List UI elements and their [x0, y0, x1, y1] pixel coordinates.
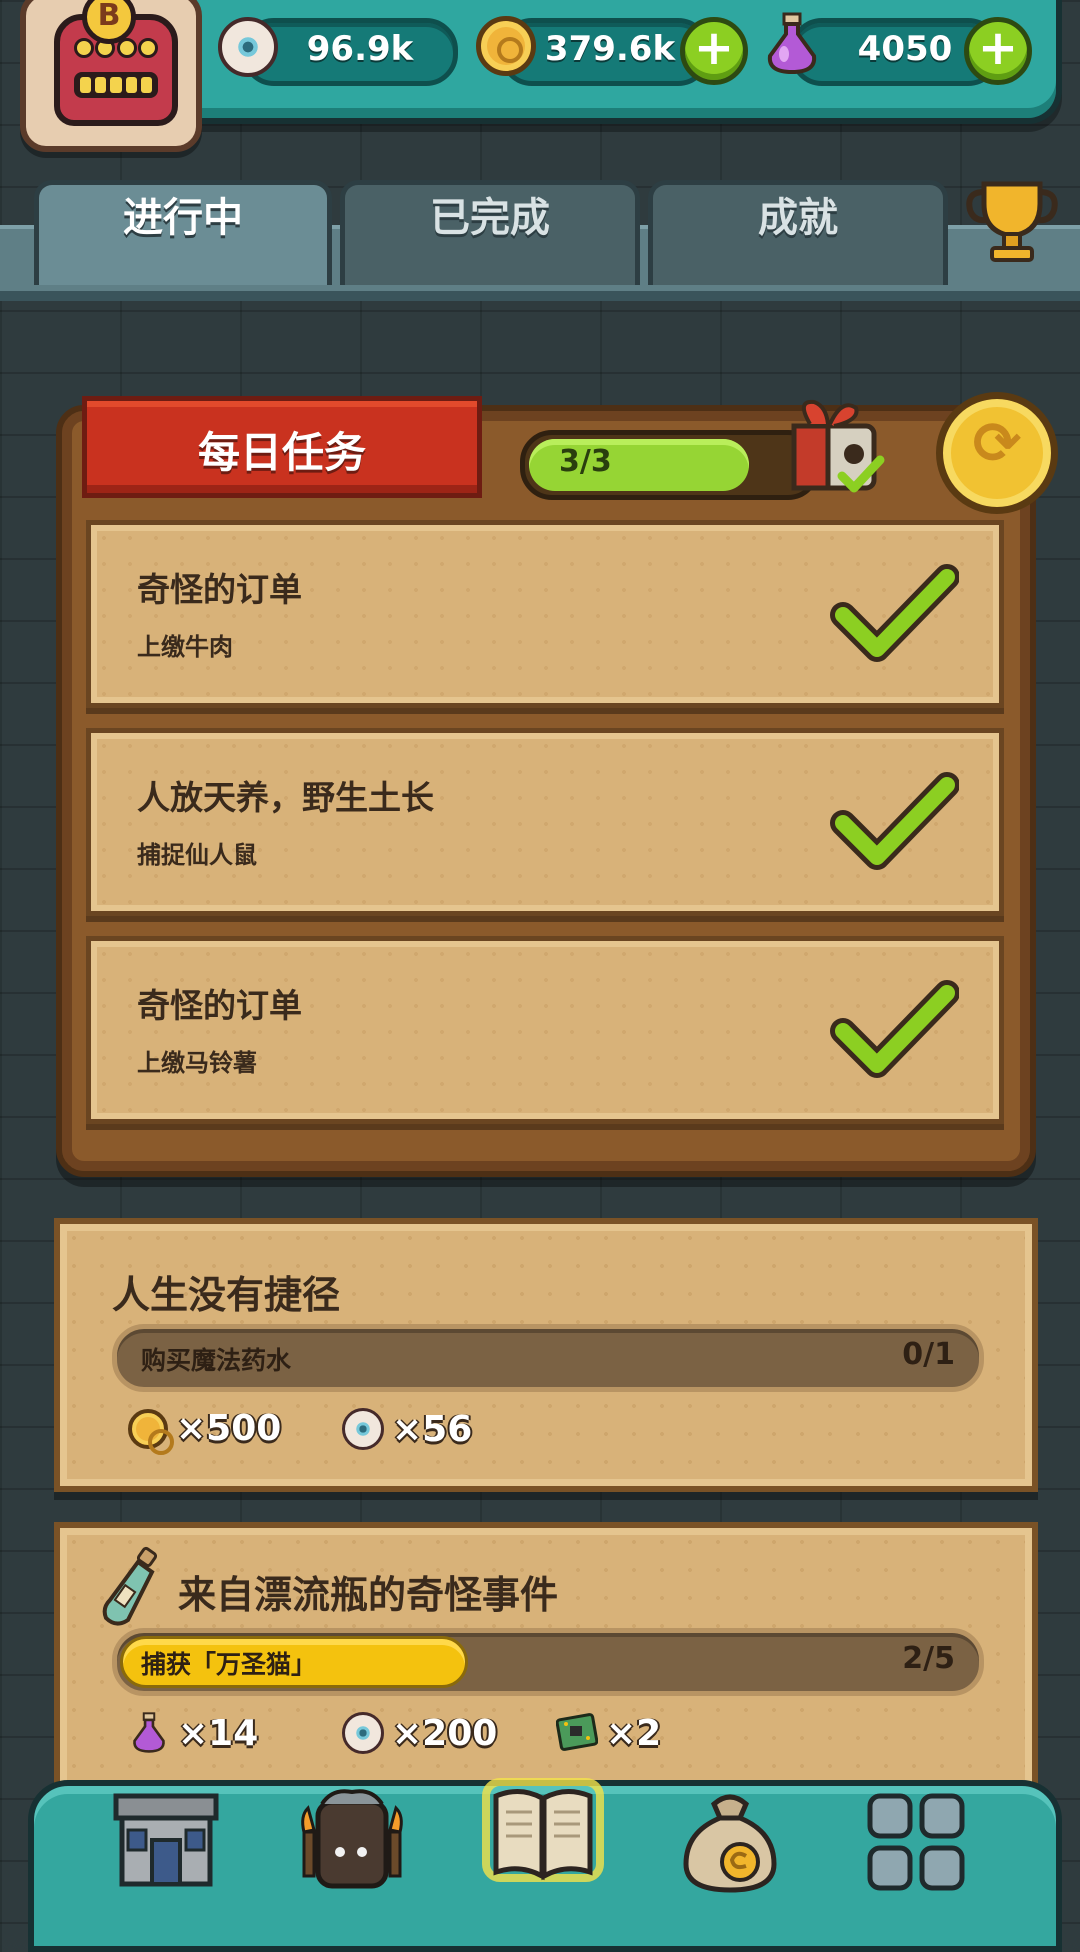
reward-item: ×2: [556, 1712, 661, 1754]
daily-tasks-title: 每日任务: [197, 428, 366, 477]
avatar[interactable]: B: [20, 0, 202, 152]
checkmark-icon: [830, 564, 959, 662]
reward-item: ×14: [128, 1712, 258, 1754]
quest-title: 来自漂流瓶的奇怪事件: [178, 1573, 559, 1617]
tab-in-progress[interactable]: 进行中: [34, 180, 332, 285]
task-title: 人放天养，野生土长: [137, 778, 434, 817]
eyeball-icon: [218, 17, 278, 77]
gift-box-icon[interactable]: [780, 390, 890, 500]
message-bottle-icon: [102, 1546, 158, 1626]
task-subtitle: 上缴马铃薯: [137, 1049, 257, 1077]
quest-card[interactable]: 来自漂流瓶的奇怪事件 捕获「万圣猫」 2/5 ×14 ×200 ×2: [54, 1522, 1038, 1796]
quest-title: 人生没有捷径: [112, 1273, 341, 1317]
furnace-monster-icon[interactable]: [292, 1782, 412, 1902]
quest-task: 购买魔法药水: [141, 1346, 292, 1375]
reward-item: ×200: [342, 1712, 497, 1754]
quest-progress-bar: 购买魔法药水 0/1: [112, 1324, 984, 1392]
task-subtitle: 捕捉仙人鼠: [137, 841, 257, 869]
add-potions-button[interactable]: +: [964, 17, 1032, 85]
refresh-icon: ⟳: [972, 409, 1022, 477]
daily-task-card: 人放天养，野生土长 捕捉仙人鼠: [86, 728, 1004, 916]
reward-value: ×56: [392, 1408, 473, 1450]
reward-value: ×14: [178, 1712, 259, 1754]
refresh-button[interactable]: ⟳: [936, 392, 1058, 514]
reward-value: ×2: [606, 1712, 662, 1754]
money-bag-icon[interactable]: [670, 1782, 790, 1902]
reward-item: ×56: [342, 1408, 472, 1450]
daily-progress-text: 3/3: [559, 444, 612, 479]
daily-progress-bar: 3/3: [520, 430, 820, 500]
coin-icon: [476, 16, 536, 76]
task-subtitle: 上缴牛肉: [137, 633, 233, 661]
quest-task: 捕获「万圣猫」: [141, 1650, 317, 1679]
potion-icon: [767, 12, 817, 75]
task-title: 奇怪的订单: [137, 986, 302, 1025]
reward-value: ×500: [176, 1408, 282, 1449]
daily-task-card: 奇怪的订单 上缴牛肉: [86, 520, 1004, 708]
quest-book-icon[interactable]: [478, 1768, 608, 1898]
add-coins-button[interactable]: +: [680, 17, 748, 85]
quest-count: 2/5: [902, 1641, 955, 1676]
tab-achievements[interactable]: 成就: [648, 180, 948, 285]
grid-menu-icon[interactable]: [856, 1782, 976, 1902]
tab-completed[interactable]: 已完成: [340, 180, 640, 285]
daily-tasks-banner: 每日任务: [82, 396, 482, 498]
task-title: 奇怪的订单: [137, 570, 302, 609]
shop-building-icon[interactable]: [106, 1782, 226, 1902]
quest-count: 0/1: [902, 1337, 955, 1372]
trophy-icon[interactable]: [962, 170, 1062, 270]
eyeball-icon: [342, 1408, 384, 1450]
checkmark-icon: [830, 980, 959, 1078]
checkmark-icon: [830, 772, 959, 870]
reward-value: ×200: [392, 1712, 498, 1754]
circuit-card-icon: [556, 1713, 598, 1751]
daily-task-card: 奇怪的订单 上缴马铃薯: [86, 936, 1004, 1124]
coin-icon: [128, 1408, 174, 1455]
quest-progress-bar: 捕获「万圣猫」 2/5: [112, 1628, 984, 1696]
potion-icon: [133, 1712, 165, 1753]
quest-card[interactable]: 人生没有捷径 购买魔法药水 0/1 ×500 ×56: [54, 1218, 1038, 1492]
reward-item: ×500: [128, 1408, 282, 1455]
eyeball-icon: [342, 1712, 384, 1754]
